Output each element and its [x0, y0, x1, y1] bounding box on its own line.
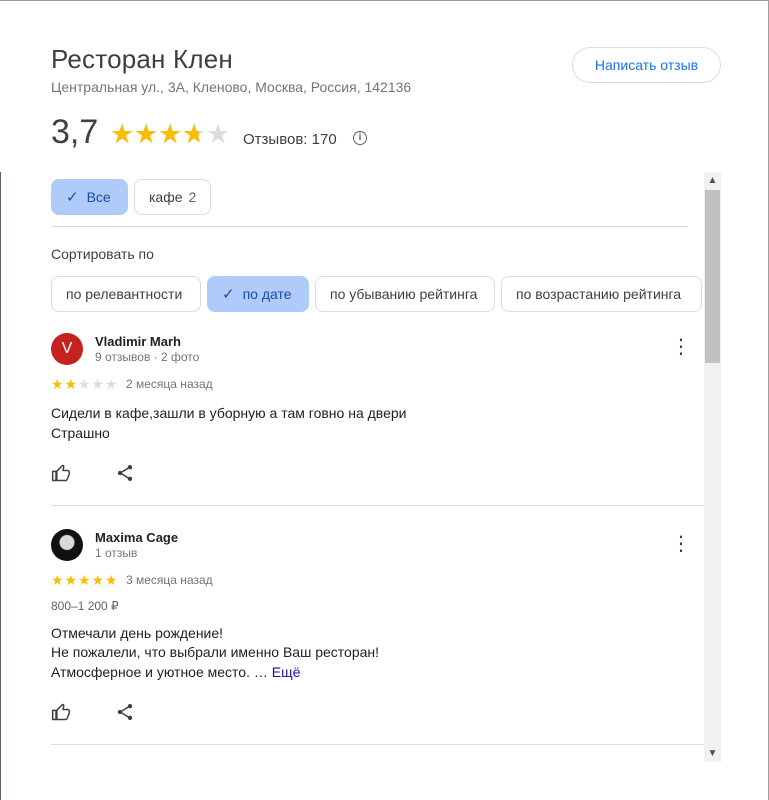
star-icon: ★: [105, 376, 118, 392]
filter-chip-all[interactable]: ✓ Все: [51, 179, 128, 215]
thumbs-up-icon[interactable]: [51, 463, 71, 483]
scroll-down-icon[interactable]: ▼: [704, 745, 721, 762]
review-text-line: Страшно: [51, 425, 110, 441]
review-text-line: Сидели в кафе,зашли в уборную а там говн…: [51, 405, 407, 421]
sort-chip-date[interactable]: ✓ по дате: [207, 276, 309, 312]
sort-chip-label: по дате: [242, 286, 292, 302]
sort-chip-rating-desc[interactable]: по убыванию рейтинга: [315, 276, 495, 312]
review-stars: ★ ★ ★ ★ ★: [51, 377, 119, 391]
review-text-fragment: Атмосферное и уютное место. …: [51, 664, 268, 680]
divider: [51, 505, 704, 506]
divider: [51, 744, 704, 745]
star-icon: ★: [64, 572, 78, 588]
review-text-line: Атмосферное и уютное место. … Ещё: [51, 664, 300, 680]
rating-stars: ★★ ★★ ★★ ★★ ★★: [110, 119, 231, 149]
reviewer-name[interactable]: Vladimir Marh: [95, 334, 181, 349]
review-date: 2 месяца назад: [126, 377, 213, 391]
filter-chip-label: Все: [86, 189, 111, 205]
thumbs-up-icon[interactable]: [51, 702, 71, 722]
reviewer-meta: 9 отзывов · 2 фото: [95, 350, 200, 364]
place-address: Центральная ул., 3А, Кленово, Москва, Ро…: [51, 79, 412, 95]
read-more-link[interactable]: Ещё: [272, 664, 301, 680]
avatar[interactable]: V: [51, 333, 83, 365]
star-icon: ★: [78, 572, 91, 588]
sort-label: Сортировать по: [51, 246, 154, 262]
star-icon: ★: [64, 376, 78, 392]
check-icon: ✓: [66, 189, 79, 206]
sort-chip-label: по убыванию рейтинга: [330, 286, 478, 302]
filter-chip-cafe[interactable]: кафе 2: [134, 179, 211, 215]
filter-chip-label: кафе: [149, 189, 183, 205]
price-range: 800–1 200 ₽: [51, 599, 119, 613]
scroll-up-icon[interactable]: ▲: [704, 172, 721, 189]
review-count: Отзывов: 170: [243, 131, 337, 148]
star-icon: ★: [91, 376, 105, 392]
sort-chip-relevance[interactable]: по релевантности: [51, 276, 201, 312]
write-review-button[interactable]: Написать отзыв: [572, 47, 721, 83]
scrollbar-thumb[interactable]: [705, 190, 720, 363]
panel-edge: [0, 172, 1, 800]
review-text-line: Отмечали день рождение!: [51, 625, 224, 641]
star-icon: ★★: [206, 119, 231, 149]
more-options-icon[interactable]: ⋮: [671, 534, 691, 554]
more-options-icon[interactable]: ⋮: [671, 337, 691, 357]
star-icon: ★: [51, 376, 64, 392]
rating-value: 3,7: [51, 113, 99, 151]
avatar[interactable]: [51, 529, 83, 561]
star-icon: ★★: [158, 119, 183, 149]
sort-chip-rating-asc[interactable]: по возрастанию рейтинга: [501, 276, 702, 312]
review-text-line: Не пожалели, что выбрали именно Ваш рест…: [51, 644, 380, 660]
check-icon: ✓: [222, 286, 235, 303]
divider: [51, 226, 688, 227]
filter-chip-count: 2: [188, 189, 197, 205]
star-icon: ★: [91, 572, 105, 588]
review-stars: ★ ★ ★ ★ ★: [51, 573, 119, 587]
scrollbar[interactable]: ▲ ▼: [704, 172, 721, 762]
star-icon: ★★: [182, 119, 207, 149]
reviewer-name[interactable]: Maxima Cage: [95, 530, 178, 545]
info-icon[interactable]: i: [353, 131, 367, 145]
star-icon: ★★: [134, 119, 159, 149]
share-icon[interactable]: [115, 702, 135, 722]
reviewer-meta: 1 отзыв: [95, 546, 138, 560]
review-date: 3 месяца назад: [126, 573, 213, 587]
place-title: Ресторан Клен: [51, 44, 233, 74]
star-icon: ★: [51, 572, 64, 588]
sort-chip-label: по релевантности: [66, 286, 183, 302]
sort-chip-label: по возрастанию рейтинга: [516, 286, 682, 302]
star-icon: ★: [105, 572, 118, 588]
share-icon[interactable]: [115, 463, 135, 483]
star-icon: ★: [78, 376, 91, 392]
star-icon: ★★: [110, 119, 135, 149]
